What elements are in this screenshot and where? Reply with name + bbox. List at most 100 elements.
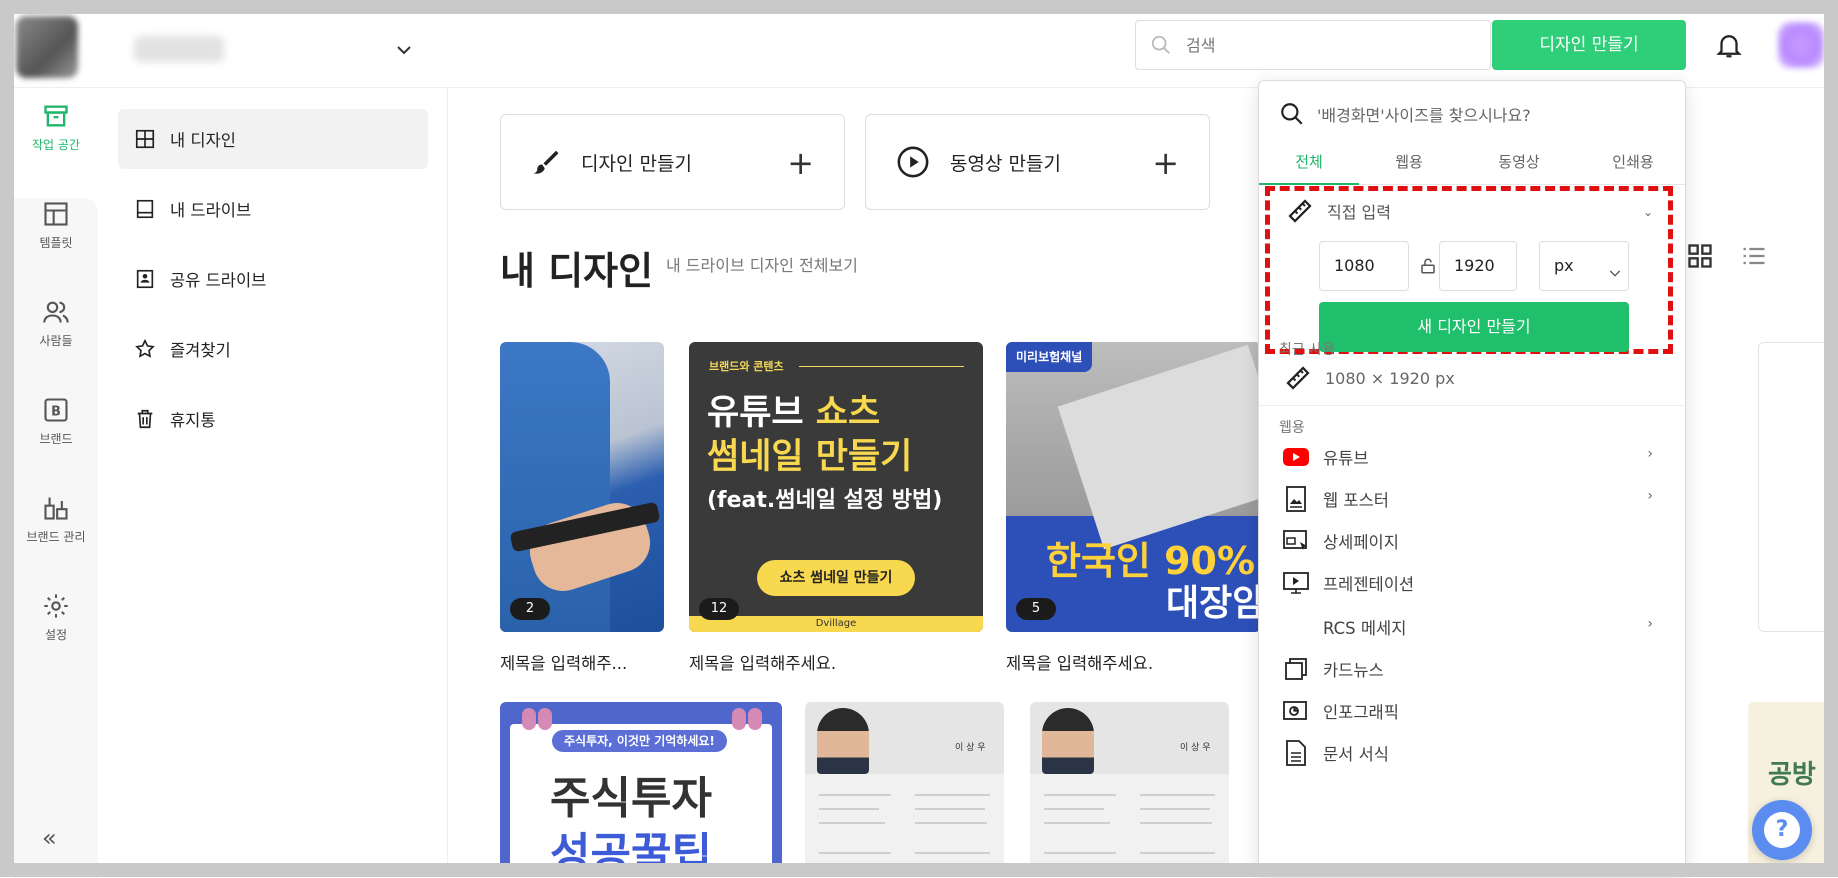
page-count-badge: 5 [1016,598,1056,620]
thumb-title-line3: (feat.썸네일 설정 방법) [707,488,943,513]
help-icon: ? [1764,812,1800,848]
chevron-right-icon: › [1647,616,1653,632]
create-design-dropdown: '배경화면'사이즈를 찾으시나요? 전체 웹용 동영상 인쇄용 직접 입력 ⌄ … [1258,80,1686,877]
rail-item-templates[interactable]: 템플릿 [14,200,98,251]
recent-size-item[interactable]: 1080 × 1920 px [1283,363,1455,393]
list-view-icon[interactable] [1740,242,1768,270]
poster-icon [1286,486,1306,512]
design-thumbnail[interactable]: 이 상 우 [805,702,1004,863]
workspace-name[interactable] [134,36,224,62]
create-design-button[interactable]: 디자인 만들기 [1492,20,1686,70]
width-input[interactable]: 1080 [1319,241,1409,291]
menu-item-label: 유튜브 [1323,449,1369,468]
menu-item-document[interactable]: 문서 서식 [1283,733,1663,773]
thumb-headline-2: 성공꿀팁 [550,829,712,863]
panel-search[interactable]: '배경화면'사이즈를 찾으시나요? [1279,99,1669,129]
rail-item-brand-manage[interactable]: 브랜드 관리 [14,494,98,545]
bell-icon[interactable] [1714,30,1744,60]
workspace-logo[interactable] [16,16,78,78]
brand-manage-icon [44,497,68,520]
card-news-icon [1285,658,1307,680]
web-section-label: 웹용 [1279,420,1305,436]
create-video-label: 동영상 만들기 [950,152,1061,175]
tab-all[interactable]: 전체 [1259,141,1359,185]
sidebar-item-shared-drive[interactable]: 공유 드라이브 [118,249,428,309]
design-thumbnail[interactable] [1758,342,1824,632]
thumb-title-line2: 썸네일 만들기 [707,437,913,477]
thumb-headline-2: 대장암 [1166,583,1261,624]
sidebar-item-favorites[interactable]: 즐겨찾기 [118,319,428,379]
rail-item-settings[interactable]: 설정 [14,592,98,643]
ruler-icon [1288,199,1312,223]
svg-text:B: B [51,404,61,419]
custom-size-header[interactable]: 직접 입력 [1285,196,1391,226]
design-caption[interactable]: 제목을 입력해주세요. [689,650,836,674]
unlock-icon[interactable] [1419,256,1437,276]
tab-video[interactable]: 동영상 [1459,141,1579,185]
search-icon [1151,35,1170,54]
rail-item-workspace[interactable]: 작업 공간 [14,102,98,153]
document-icon [1286,740,1306,766]
thumb-title-a: 유튜브 [707,393,816,433]
youtube-icon [1283,448,1309,466]
grid-view-icon[interactable] [1686,242,1714,270]
detail-page-icon [1283,530,1307,550]
design-caption[interactable]: 제목을 입력해주세요. [1006,650,1153,674]
recent-label: 최근 사용 [1279,342,1335,358]
sidebar-item-label: 내 드라이브 [170,201,252,220]
tab-web[interactable]: 웹용 [1359,141,1459,185]
search-icon [1281,103,1303,125]
rail-label: 사람들 [39,334,73,348]
create-video-card[interactable]: 동영상 만들기 + [865,114,1210,210]
design-caption[interactable]: 제목을 입력해주... [500,650,627,674]
design-thumbnail[interactable]: 미리보험채널 한국인 90% 대장암 5 [1006,342,1261,632]
menu-item-rcs-message[interactable]: RCS 메세지 › [1283,607,1663,647]
menu-item-infographic[interactable]: 인포그래픽 [1283,691,1663,731]
sidebar-item-my-design[interactable]: 내 디자인 [118,109,428,169]
rail-label: 브랜드 [39,432,73,446]
trash-icon [137,409,153,429]
design-thumbnail[interactable]: 2 [500,342,664,632]
rail-item-brand[interactable]: B 브랜드 [14,396,98,447]
sidebar-item-label: 즐겨찾기 [170,341,231,360]
menu-item-detail-page[interactable]: 상세페이지 [1283,521,1663,561]
menu-item-presentation[interactable]: 프레젠테이션 [1283,563,1663,603]
menu-item-youtube[interactable]: 유튜브 › [1283,437,1663,477]
sidebar-item-my-drive[interactable]: 내 드라이브 [118,179,428,239]
design-thumbnail[interactable]: 브랜드와 콘텐츠 유튜브 쇼츠 썸네일 만들기 (feat.썸네일 설정 방법)… [689,342,983,632]
sidebar-item-label: 공유 드라이브 [170,271,267,290]
collapse-icon[interactable]: « [42,824,57,852]
rail-label: 설정 [44,628,68,642]
menu-item-web-poster[interactable]: 웹 포스터 › [1283,479,1663,519]
page-count-badge: 12 [699,598,739,620]
help-button[interactable]: ? [1752,800,1812,860]
chevron-down-icon[interactable]: ⌄ [1643,205,1653,219]
custom-size-label: 직접 입력 [1327,203,1391,222]
new-design-button[interactable]: 새 디자인 만들기 [1319,302,1629,352]
plus-icon: + [1152,144,1179,182]
presentation-icon [1283,572,1309,594]
search-input[interactable] [1186,33,1476,57]
create-design-card[interactable]: 디자인 만들기 + [500,114,845,210]
chevron-right-icon: › [1647,446,1653,462]
search-box[interactable] [1135,20,1491,70]
thumb-kicker: 브랜드와 콘텐츠 [709,360,784,373]
star-icon [135,338,155,358]
avatar[interactable] [1778,22,1824,68]
archive-icon [44,105,68,127]
view-all-link[interactable]: 내 드라이브 디자인 전체보기 [666,252,858,276]
design-thumbnail[interactable]: 주식투자, 이것만 기억하세요! 주식투자 성공꿀팁 [500,702,782,863]
design-thumbnail[interactable]: 이 상 우 [1030,702,1229,863]
sidebar-item-trash[interactable]: 휴지통 [118,389,428,449]
menu-item-label: 카드뉴스 [1323,661,1384,680]
menu-item-card-news[interactable]: 카드뉴스 [1283,649,1663,689]
height-input[interactable]: 1920 [1439,241,1517,291]
chevron-down-icon[interactable] [392,38,416,62]
tab-print[interactable]: 인쇄용 [1579,141,1685,185]
section-title: 내 디자인 [500,249,654,293]
gear-icon [44,594,68,618]
menu-item-label: 상세페이지 [1323,533,1399,552]
thumb-headline: 공방 [1768,760,1816,790]
rail-item-people[interactable]: 사람들 [14,298,98,349]
thumb-pill: 쇼츠 썸네일 만들기 [757,560,915,596]
